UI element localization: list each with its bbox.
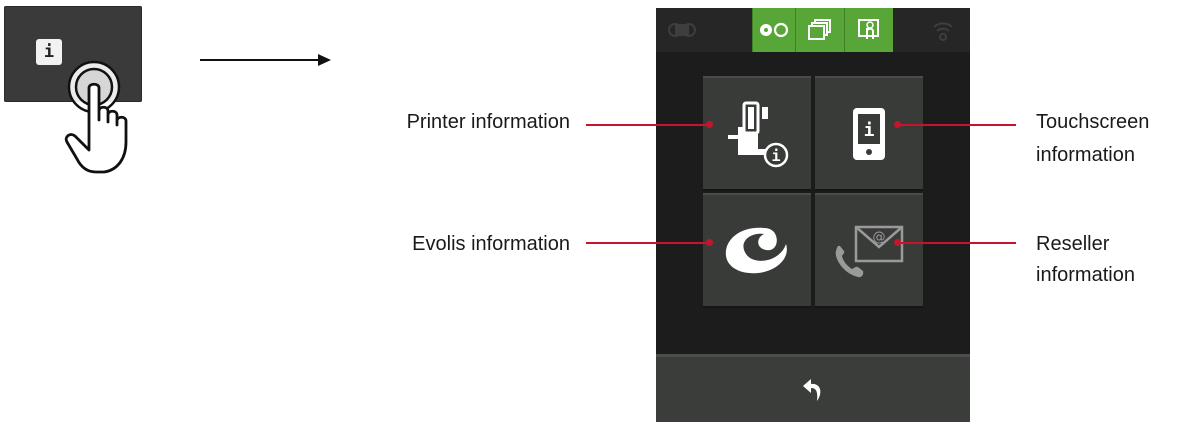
callout-reseller-line1: Reseller bbox=[1036, 233, 1110, 255]
tapping-hand-icon bbox=[64, 60, 128, 174]
info-icon: i bbox=[36, 39, 62, 65]
svg-text:i: i bbox=[771, 147, 780, 165]
leader-dot-evolis bbox=[706, 239, 713, 246]
ribbon-loaded-icon bbox=[760, 22, 789, 38]
touchscreen-info-icon: i bbox=[853, 107, 885, 160]
back-button[interactable] bbox=[656, 354, 970, 422]
status-tab-cards[interactable] bbox=[795, 8, 844, 52]
leader-line-printer bbox=[586, 124, 710, 126]
leader-dot-printer bbox=[706, 121, 713, 128]
printer-info-tile[interactable]: i bbox=[703, 76, 811, 189]
callout-printer-information: Printer information bbox=[406, 111, 570, 133]
leader-line-reseller bbox=[898, 242, 1016, 244]
cards-stack-icon bbox=[808, 19, 831, 40]
status-bar bbox=[656, 8, 970, 52]
evolis-logo-icon bbox=[725, 227, 787, 273]
reseller-contact-icon: @ bbox=[835, 225, 904, 277]
right-arrow-icon bbox=[200, 54, 331, 66]
status-tab-ribbon-loaded[interactable] bbox=[752, 8, 795, 52]
leader-line-evolis bbox=[586, 242, 710, 244]
svg-text:@: @ bbox=[873, 230, 886, 245]
status-tab-card-touch[interactable] bbox=[844, 8, 893, 52]
ribbon-icon bbox=[668, 23, 696, 37]
callout-reseller-line2: information bbox=[1036, 264, 1135, 286]
callout-evolis-information: Evolis information bbox=[412, 233, 570, 255]
svg-text:i: i bbox=[864, 120, 875, 141]
reseller-info-tile[interactable]: @ bbox=[815, 193, 923, 306]
card-touch-icon bbox=[858, 19, 879, 39]
touchscreen-info-tile[interactable]: i bbox=[815, 76, 923, 189]
callout-touchscreen-line1: Touchscreen bbox=[1036, 111, 1150, 133]
leader-line-touchscreen bbox=[898, 124, 1016, 126]
status-tab-wifi[interactable] bbox=[922, 8, 964, 52]
evolis-info-tile[interactable] bbox=[703, 193, 811, 306]
touchscreen-panel: i i @ bbox=[656, 8, 970, 422]
callout-touchscreen-line2: information bbox=[1036, 144, 1135, 166]
back-arrow-icon bbox=[803, 378, 821, 401]
wifi-icon bbox=[933, 22, 953, 41]
printer-info-icon: i bbox=[728, 101, 789, 167]
status-tab-ribbon[interactable] bbox=[656, 8, 708, 52]
